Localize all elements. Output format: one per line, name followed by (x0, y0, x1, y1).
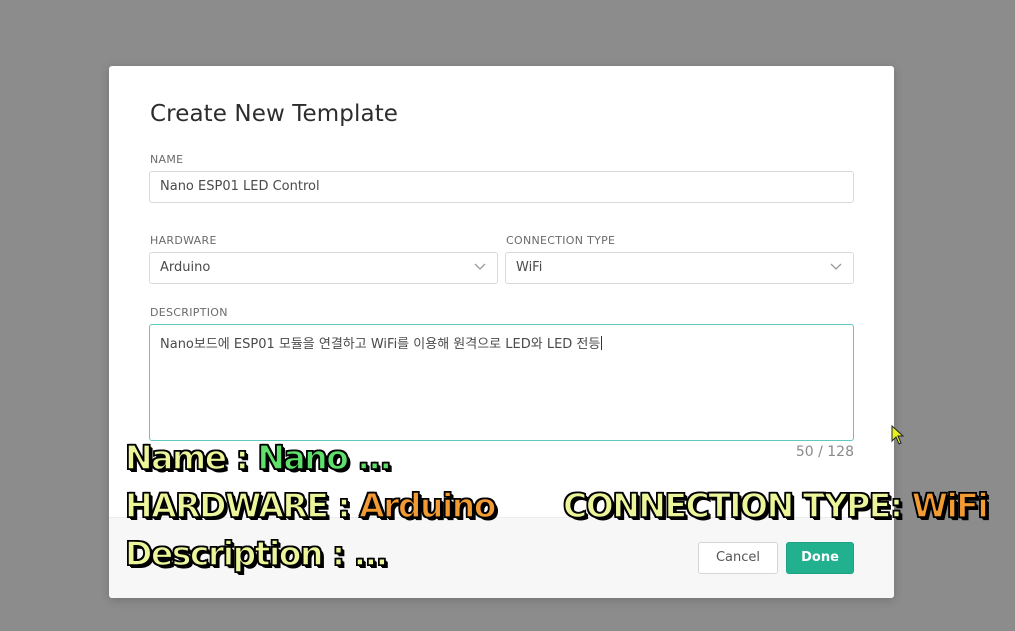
character-counter: 50 / 128 (795, 444, 854, 460)
caption-name-value: Nano ... (257, 438, 393, 477)
dialog-title: Create New Template (150, 101, 399, 127)
text-caret (601, 336, 603, 350)
description-label: DESCRIPTION (150, 306, 228, 319)
hardware-select-value: Arduino (160, 260, 211, 275)
caption-hardware-value: Arduino (358, 486, 497, 525)
caption-connection-value: WiFi (911, 486, 990, 525)
caption-connection-key: CONNECTION TYPE: (562, 486, 904, 525)
caption-line-hardware: HARDWARE : Arduino (124, 486, 497, 525)
connection-type-select-value: WiFi (516, 260, 543, 275)
cancel-button[interactable]: Cancel (698, 542, 778, 574)
hardware-select[interactable]: Arduino (149, 252, 498, 284)
caption-hardware-key: HARDWARE : (124, 486, 351, 525)
caption-line-name: Name : Nano ... (124, 438, 393, 477)
chevron-down-icon (474, 263, 486, 270)
caption-line-description: Description : ... (124, 534, 389, 573)
caption-name-key: Name : (124, 438, 249, 477)
connection-type-select[interactable]: WiFi (505, 252, 854, 284)
caption-line-connection: CONNECTION TYPE: WiFi (562, 486, 990, 525)
name-input[interactable]: Nano ESP01 LED Control (149, 171, 854, 203)
done-button[interactable]: Done (786, 542, 854, 574)
chevron-down-icon (830, 263, 842, 270)
description-textarea[interactable]: Nano보드에 ESP01 모듈을 연결하고 WiFi를 이용해 원격으로 LE… (149, 324, 854, 441)
connection-type-label: CONNECTION TYPE (506, 234, 616, 247)
description-text: Nano보드에 ESP01 모듈을 연결하고 WiFi를 이용해 원격으로 LE… (160, 337, 601, 352)
mouse-cursor-icon (891, 425, 905, 445)
hardware-label: HARDWARE (150, 234, 217, 247)
name-label: NAME (150, 153, 184, 166)
